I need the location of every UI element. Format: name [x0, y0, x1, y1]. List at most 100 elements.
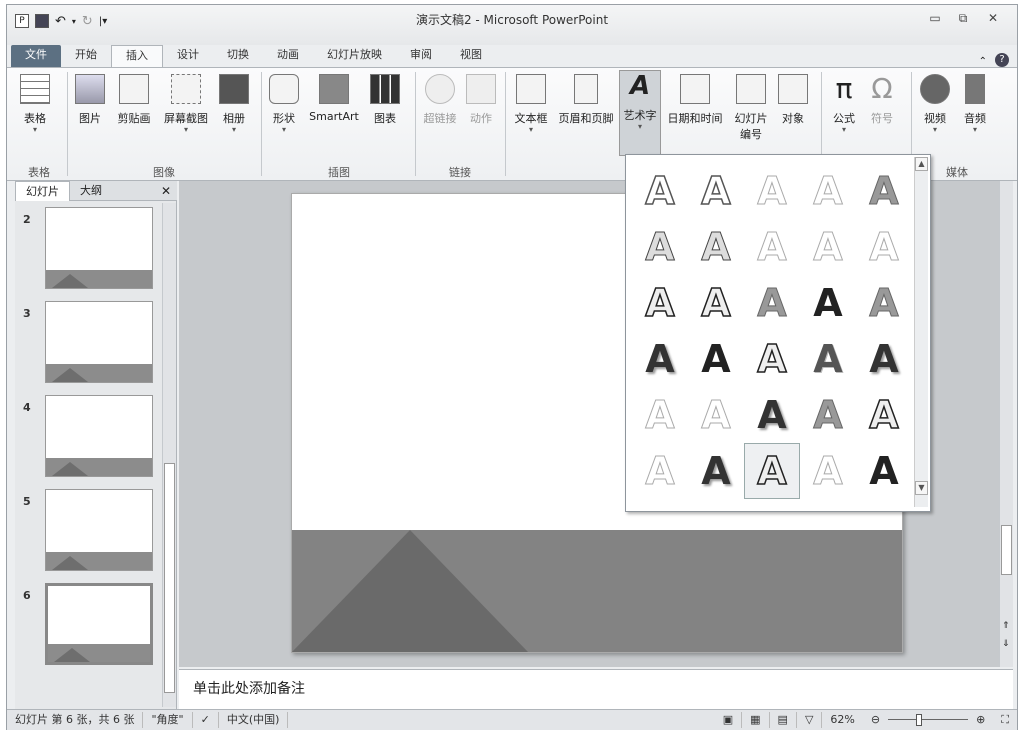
table-button[interactable]: 表格 ▾ — [15, 74, 55, 134]
minimize-icon[interactable]: ▭ — [925, 11, 945, 25]
wordart-style[interactable]: A — [744, 275, 800, 331]
zoom-slider[interactable] — [888, 712, 969, 728]
language-indicator[interactable]: 中文(中国) — [219, 712, 289, 728]
tab-outline[interactable]: 大纲 — [70, 181, 112, 201]
header-footer-button[interactable]: 页眉和页脚 — [553, 74, 619, 126]
wordart-style[interactable]: A — [744, 331, 800, 387]
wordart-style[interactable]: A — [856, 331, 912, 387]
screenshot-button[interactable]: 屏幕截图 ▾ — [157, 74, 215, 134]
wordart-style[interactable]: A — [800, 219, 856, 275]
wordart-style[interactable]: A — [632, 443, 688, 499]
tab-review[interactable]: 审阅 — [396, 45, 446, 67]
video-button[interactable]: 视频 ▾ — [917, 74, 953, 134]
wordart-style[interactable]: A — [688, 387, 744, 443]
wordart-style[interactable]: A — [744, 219, 800, 275]
wordart-style[interactable]: A — [800, 275, 856, 331]
tab-design[interactable]: 设计 — [163, 45, 213, 67]
slide-number-icon — [736, 74, 766, 104]
slide-thumbnail[interactable] — [45, 489, 153, 571]
wordart-style[interactable]: A — [688, 163, 744, 219]
symbol-button[interactable]: Ω 符号 — [865, 74, 899, 126]
theme-name[interactable]: "角度" — [143, 712, 193, 728]
tab-animations[interactable]: 动画 — [263, 45, 313, 67]
smartart-button[interactable]: SmartArt — [305, 74, 363, 123]
wordart-style-selected[interactable]: A — [744, 443, 800, 499]
wordart-style[interactable]: A — [688, 275, 744, 331]
restore-icon[interactable]: ⧉ — [953, 11, 973, 26]
wordart-style[interactable]: A — [800, 387, 856, 443]
fit-window-icon[interactable]: ⛶ — [993, 712, 1017, 728]
wordart-button[interactable]: A 艺术字 ▾ — [619, 70, 661, 156]
object-button[interactable]: 对象 — [775, 74, 811, 126]
wordart-style[interactable]: A — [744, 387, 800, 443]
shapes-button[interactable]: 形状 ▾ — [267, 74, 301, 134]
wordart-style[interactable]: A — [856, 275, 912, 331]
sorter-view-icon[interactable]: ▦ — [742, 712, 770, 728]
gallery-scrollbar[interactable]: ▲ ▼ — [914, 157, 928, 507]
normal-view-icon[interactable]: ▣ — [715, 712, 743, 728]
action-button[interactable]: 动作 — [463, 74, 499, 126]
slide-thumbnail[interactable] — [45, 207, 153, 289]
tab-slideshow[interactable]: 幻灯片放映 — [313, 45, 396, 67]
scroll-thumb[interactable] — [1001, 525, 1012, 575]
wordart-style[interactable]: A — [632, 219, 688, 275]
group-links-label: 链接 — [449, 166, 471, 179]
wordart-style[interactable]: A — [800, 331, 856, 387]
scroll-up-icon[interactable]: ▲ — [915, 157, 928, 171]
spellcheck-icon[interactable]: ✓ — [193, 712, 219, 728]
slide-number-button[interactable]: 幻灯片 编号 — [729, 74, 773, 142]
chart-button[interactable]: 图表 — [367, 74, 403, 126]
group-images-label: 图像 — [153, 166, 175, 179]
scroll-thumb[interactable] — [164, 463, 175, 693]
wordart-style[interactable]: A — [800, 443, 856, 499]
help-icon[interactable]: ? — [995, 53, 1009, 67]
clipart-button[interactable]: 剪贴画 — [111, 74, 157, 126]
picture-button[interactable]: 图片 — [73, 74, 107, 126]
wordart-style[interactable]: A — [632, 331, 688, 387]
wordart-style[interactable]: A — [632, 163, 688, 219]
next-slide-icon[interactable]: ⇓ — [1002, 639, 1010, 649]
canvas-scrollbar[interactable]: ⇑ ⇓ — [999, 181, 1013, 667]
textbox-button[interactable]: 文本框 ▾ — [509, 74, 553, 134]
notes-pane[interactable]: 单击此处添加备注 — [179, 669, 1013, 709]
tab-view[interactable]: 视图 — [446, 45, 496, 67]
wordart-style[interactable]: A — [856, 387, 912, 443]
shapes-icon — [269, 74, 299, 104]
scroll-down-icon[interactable]: ▼ — [915, 481, 928, 495]
slide-thumbnail[interactable] — [45, 395, 153, 477]
ribbon-tabs: 文件 开始 插入 设计 切换 动画 幻灯片放映 审阅 视图 ⌃ ? — [7, 45, 1017, 67]
wordart-style[interactable]: A — [632, 387, 688, 443]
zoom-level[interactable]: 62% — [822, 712, 862, 728]
tab-insert[interactable]: 插入 — [111, 45, 163, 67]
slide-thumbnail[interactable] — [45, 301, 153, 383]
tab-home[interactable]: 开始 — [61, 45, 111, 67]
wordart-style[interactable]: A — [856, 219, 912, 275]
tab-transitions[interactable]: 切换 — [213, 45, 263, 67]
wordart-style[interactable]: A — [856, 443, 912, 499]
wordart-style[interactable]: A — [688, 443, 744, 499]
equation-button[interactable]: π 公式 ▾ — [827, 74, 861, 134]
tab-slides[interactable]: 幻灯片 — [15, 180, 70, 201]
album-label: 相册 — [223, 112, 245, 125]
wordart-style[interactable]: A — [632, 275, 688, 331]
wordart-style[interactable]: A — [688, 331, 744, 387]
wordart-style[interactable]: A — [856, 163, 912, 219]
zoom-in-icon[interactable]: ⊕ — [968, 712, 993, 728]
prev-slide-icon[interactable]: ⇑ — [1002, 621, 1010, 631]
wordart-style[interactable]: A — [800, 163, 856, 219]
album-button[interactable]: 相册 ▾ — [217, 74, 251, 134]
reading-view-icon[interactable]: ▤ — [770, 712, 797, 728]
datetime-button[interactable]: 日期和时间 — [663, 74, 727, 126]
hyperlink-button[interactable]: 超链接 — [419, 74, 461, 126]
wordart-style[interactable]: A — [744, 163, 800, 219]
panel-scrollbar[interactable] — [162, 203, 176, 707]
slideshow-view-icon[interactable]: ▽ — [797, 712, 823, 728]
close-panel-icon[interactable]: ✕ — [161, 184, 177, 198]
zoom-out-icon[interactable]: ⊖ — [863, 712, 888, 728]
wordart-style[interactable]: A — [688, 219, 744, 275]
close-window-icon[interactable]: ✕ — [983, 11, 1003, 25]
audio-button[interactable]: 音频 ▾ — [957, 74, 993, 134]
minimize-ribbon-icon[interactable]: ⌃ — [979, 56, 987, 67]
tab-file[interactable]: 文件 — [11, 45, 61, 67]
slide-thumbnail-current[interactable] — [45, 583, 153, 665]
